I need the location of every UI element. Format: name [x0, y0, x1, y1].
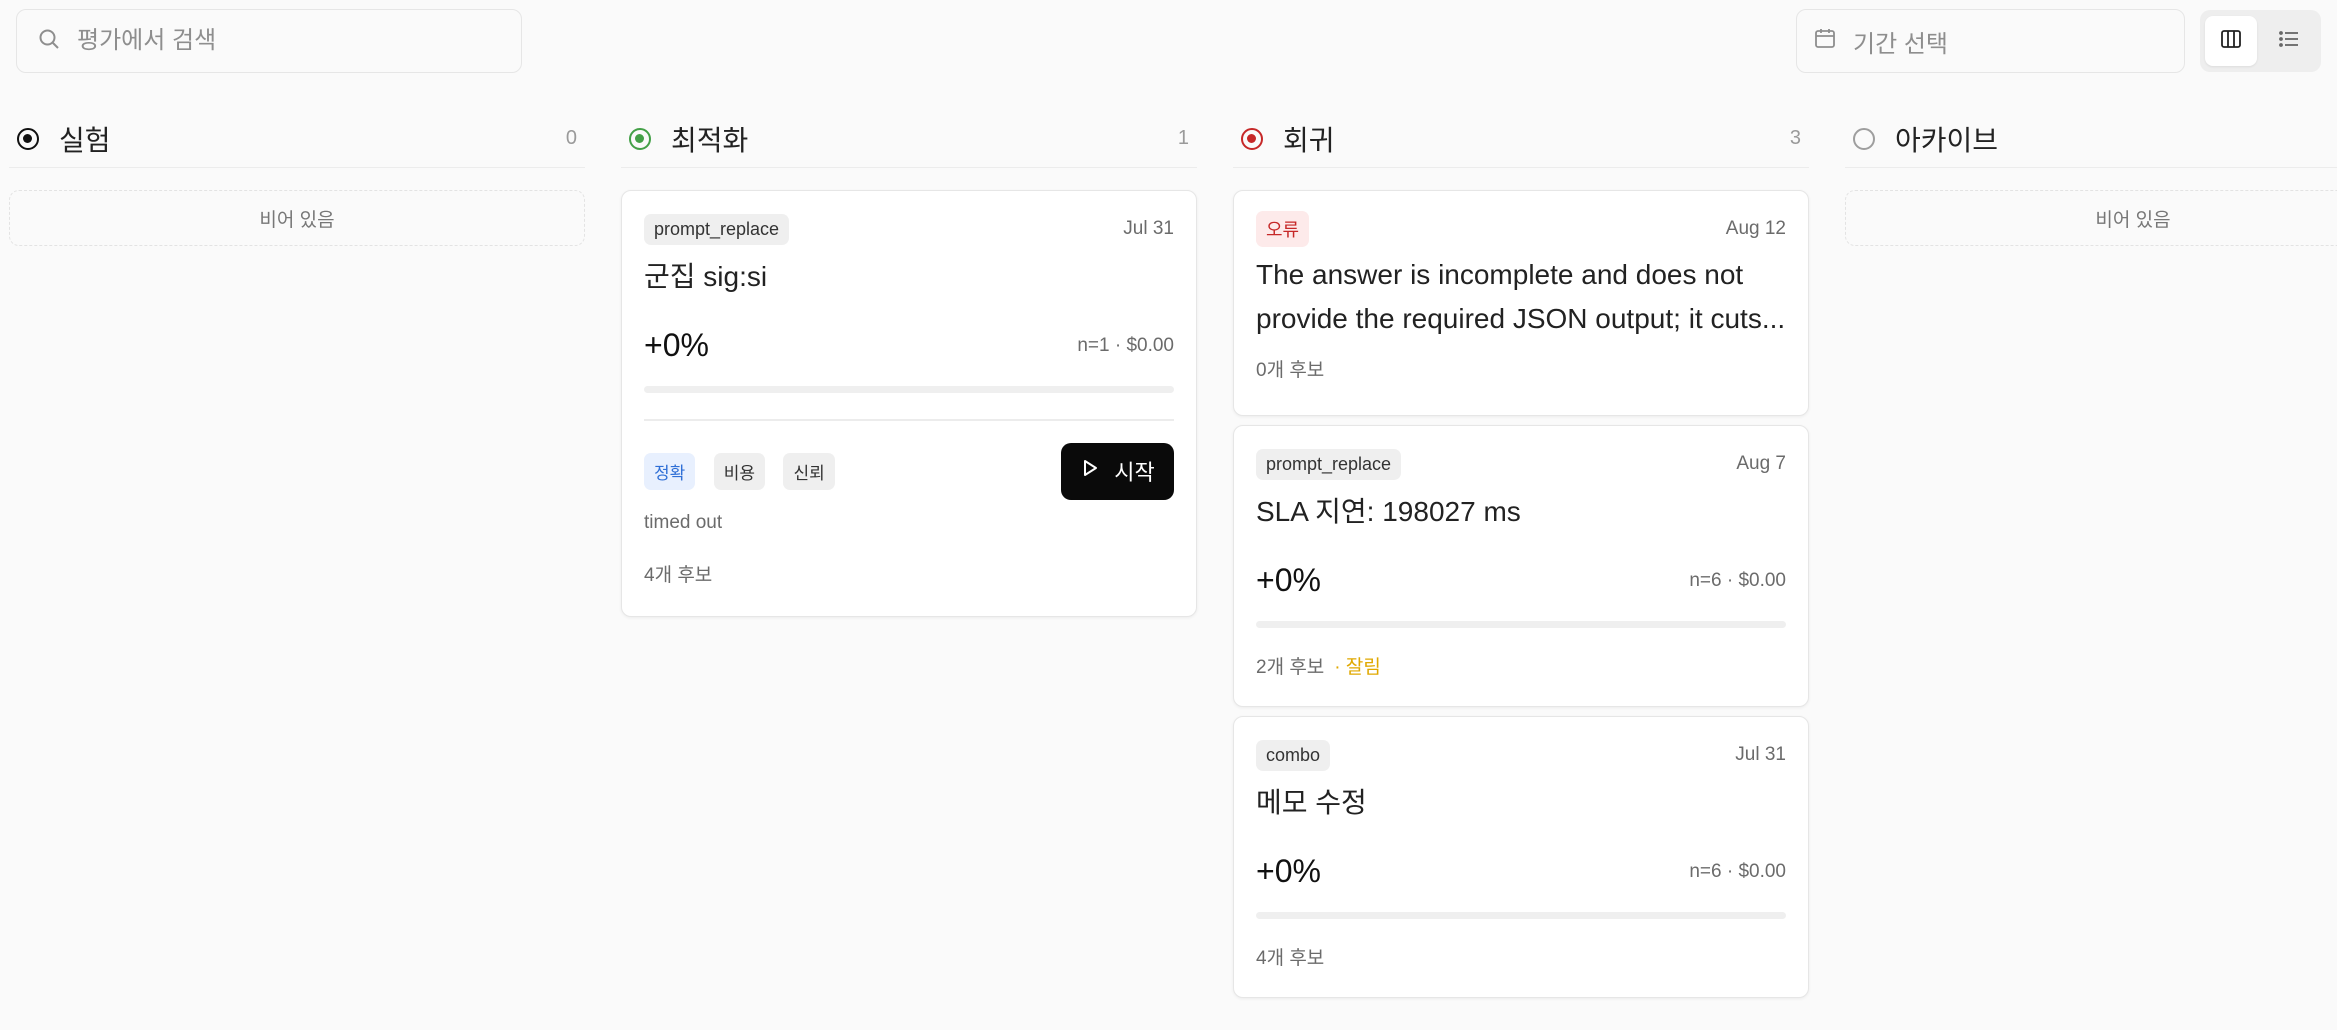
date-range-picker[interactable]: 기간 선택	[1796, 9, 2185, 73]
search-icon	[37, 27, 61, 56]
play-icon	[1080, 458, 1100, 484]
column-header: 실험 0	[9, 110, 585, 168]
chip-cost[interactable]: 비용	[713, 452, 766, 490]
card-title: The answer is incomplete and does not pr…	[1256, 259, 1786, 334]
progress-bar	[644, 386, 1174, 393]
search-input[interactable]	[77, 27, 477, 55]
chip-reliability[interactable]: 신뢰	[783, 452, 835, 490]
calendar-icon	[1813, 26, 1837, 57]
list-view-button[interactable]	[2263, 16, 2315, 66]
status-dot-icon	[629, 127, 651, 150]
search-box[interactable]	[16, 9, 522, 73]
column-count: 0	[565, 127, 577, 149]
column-archive: 아카이브 비어 있음	[1845, 110, 2337, 246]
date-range-placeholder: 기간 선택	[1853, 30, 1948, 58]
card-metric: +0%	[1256, 853, 1321, 889]
empty-placeholder: 비어 있음	[1845, 190, 2337, 246]
eval-card[interactable]: prompt_replace Aug 7 SLA 지연: 198027 ms +…	[1233, 425, 1809, 707]
card-tag: prompt_replace	[1256, 448, 1402, 480]
column-header: 최적화 1	[621, 110, 1197, 168]
card-footer: 4개 후보	[644, 564, 713, 586]
column-title: 회귀	[1283, 124, 1335, 156]
column-title: 실험	[59, 124, 111, 156]
column-title: 최적화	[671, 124, 749, 156]
card-title: 메모 수정	[1256, 787, 1367, 818]
progress-bar	[1256, 912, 1786, 919]
view-toggle	[2200, 10, 2321, 72]
card-date: Aug 12	[1725, 218, 1786, 239]
card-date: Jul 31	[1123, 218, 1174, 239]
column-experiment: 실험 0 비어 있음	[9, 110, 585, 246]
status-dot-icon	[1853, 127, 1875, 150]
card-date: Aug 7	[1736, 453, 1786, 474]
card-title: SLA 지연: 198027 ms	[1256, 496, 1521, 527]
status-dot-icon	[17, 127, 39, 150]
progress-bar	[1256, 621, 1786, 628]
card-meta: n=6 · $0.00	[1689, 860, 1786, 882]
card-meta: n=6 · $0.00	[1689, 569, 1786, 591]
board-view-button[interactable]	[2205, 16, 2257, 66]
column-count: 1	[1177, 127, 1189, 149]
start-button-label: 시작	[1114, 460, 1155, 485]
card-footer: 0개 후보	[1256, 360, 1325, 381]
card-status-text: timed out	[644, 511, 723, 533]
card-tag: combo	[1256, 739, 1331, 771]
column-regression: 회귀 3 오류 Aug 12 The answer is incomplete …	[1233, 110, 1809, 998]
card-metric: +0%	[644, 327, 709, 363]
column-header: 아카이브	[1845, 110, 2337, 168]
eval-card[interactable]: combo Jul 31 메모 수정 +0% n=6 · $0.00 4개 후보	[1233, 716, 1809, 998]
card-metric: +0%	[1256, 562, 1321, 598]
start-button[interactable]: 시작	[1061, 442, 1174, 500]
eval-card[interactable]: prompt_replace Jul 31 군집 sig:si +0% n=1 …	[621, 190, 1197, 617]
card-divider	[644, 419, 1174, 421]
column-title: 아카이브	[1895, 124, 1999, 156]
truncated-warning: · 잘림	[1334, 657, 1381, 678]
card-footer-count: 2개 후보	[1256, 657, 1325, 678]
list-icon	[2277, 27, 2301, 56]
card-meta: n=1 · $0.00	[1077, 334, 1174, 356]
status-dot-icon	[1241, 127, 1263, 150]
eval-card[interactable]: 오류 Aug 12 The answer is incomplete and d…	[1233, 190, 1809, 416]
card-title: 군집 sig:si	[644, 261, 768, 292]
error-tag: 오류	[1256, 211, 1310, 247]
card-date: Jul 31	[1735, 744, 1786, 765]
column-count: 3	[1789, 127, 1801, 149]
card-tag: prompt_replace	[644, 213, 790, 245]
column-optimize: 최적화 1 prompt_replace Jul 31 군집 sig:si +0…	[621, 110, 1197, 617]
chip-accuracy[interactable]: 정확	[644, 452, 696, 490]
columns-icon	[2219, 27, 2243, 56]
card-footer: 2개 후보 · 잘림	[1256, 652, 1786, 679]
empty-placeholder: 비어 있음	[9, 190, 585, 246]
column-header: 회귀 3	[1233, 110, 1809, 168]
card-footer: 4개 후보	[1256, 948, 1325, 969]
